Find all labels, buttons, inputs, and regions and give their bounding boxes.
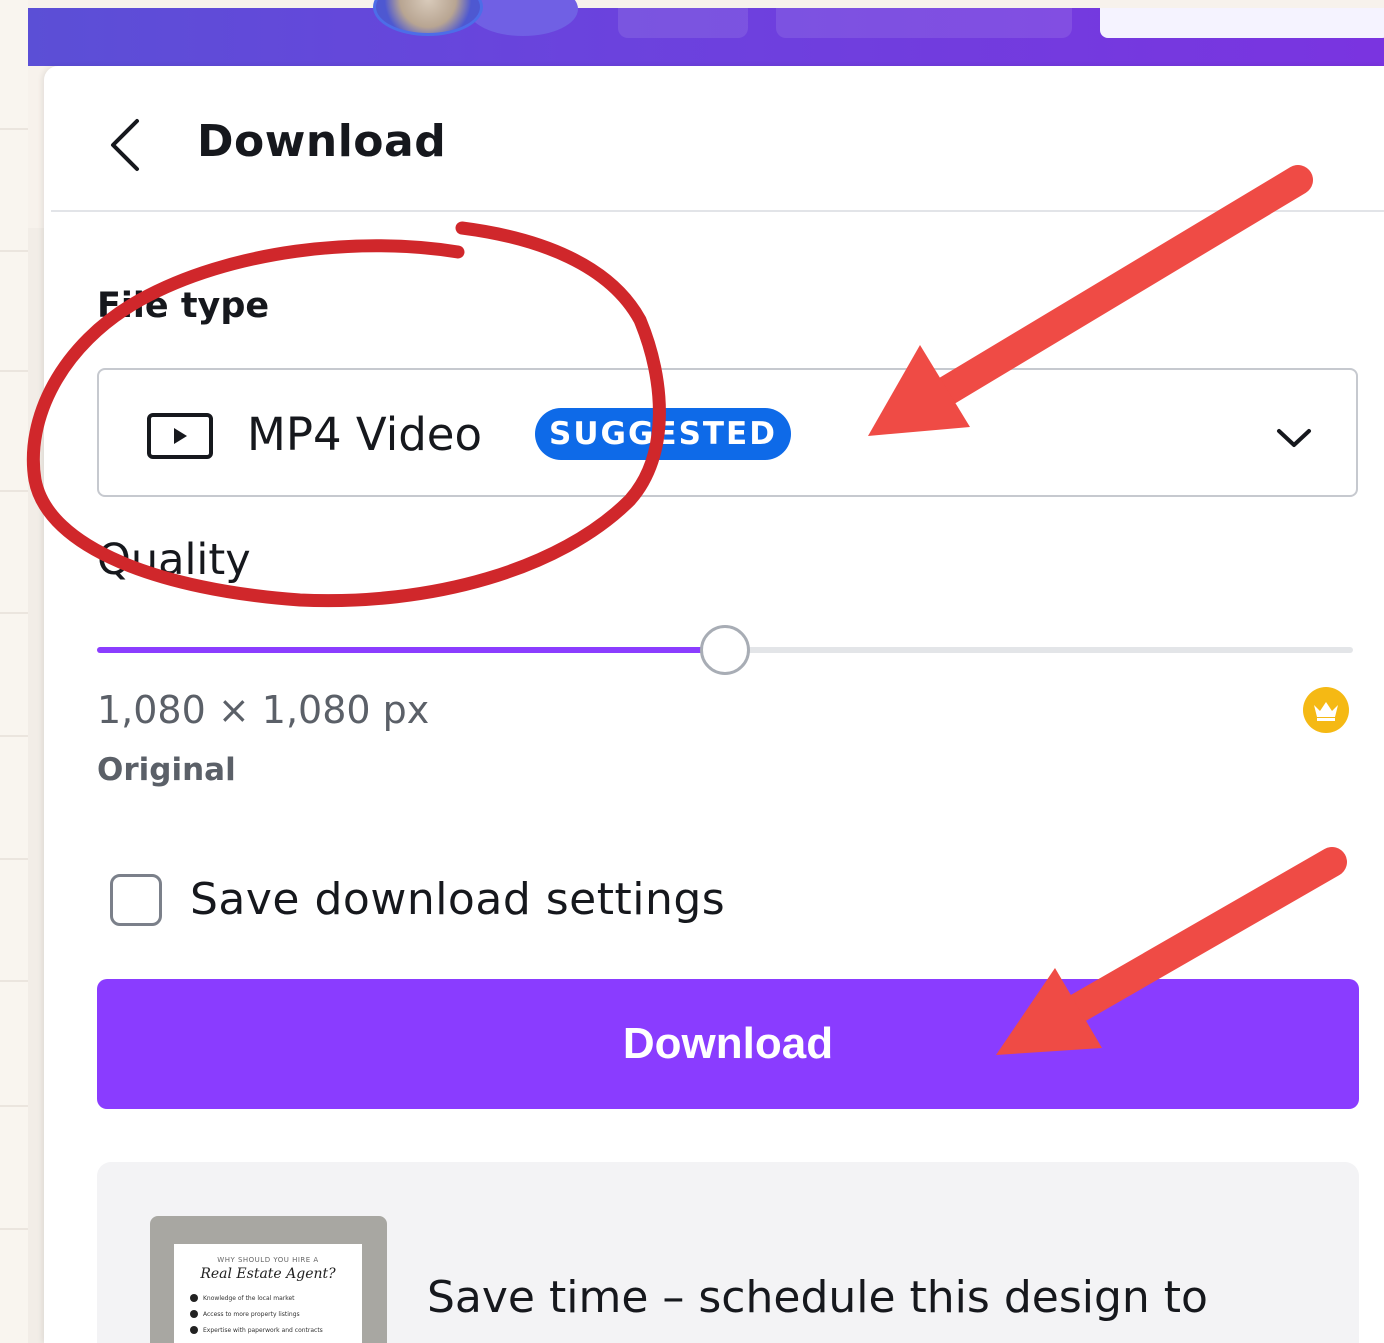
check-circle-icon bbox=[190, 1310, 198, 1318]
file-type-select[interactable]: MP4 Video SUGGESTED bbox=[97, 368, 1358, 497]
editor-canvas-edge bbox=[28, 228, 44, 1343]
thumbnail-card: WHY SHOULD YOU HIRE A Real Estate Agent?… bbox=[174, 1244, 362, 1343]
download-button[interactable]: Download bbox=[97, 979, 1359, 1109]
panel-title: Download bbox=[197, 116, 447, 167]
file-type-label: File type bbox=[97, 286, 270, 326]
promo-text: Save time – schedule this design to bbox=[427, 1272, 1208, 1323]
schedule-promo-card[interactable]: WHY SHOULD YOU HIRE A Real Estate Agent?… bbox=[97, 1162, 1359, 1343]
suggested-badge: SUGGESTED bbox=[535, 408, 791, 460]
thumbnail-item-text: Access to more property listings bbox=[203, 1310, 300, 1318]
share-button[interactable] bbox=[1100, 8, 1384, 38]
user-avatar[interactable] bbox=[373, 0, 483, 36]
size-name: Original bbox=[97, 752, 236, 788]
editor-side-strip bbox=[0, 0, 28, 1343]
crown-icon bbox=[1303, 687, 1349, 733]
chevron-down-icon bbox=[1277, 429, 1311, 447]
thumbnail-list-item: Access to more property listings bbox=[190, 1310, 300, 1318]
quality-slider-thumb[interactable] bbox=[700, 625, 750, 675]
save-settings-label[interactable]: Save download settings bbox=[190, 874, 725, 925]
video-play-icon bbox=[147, 413, 213, 459]
thumbnail-title: Real Estate Agent? bbox=[200, 1266, 336, 1282]
thumbnail-kicker: WHY SHOULD YOU HIRE A bbox=[217, 1256, 319, 1264]
save-settings-checkbox[interactable] bbox=[110, 874, 162, 926]
back-button[interactable] bbox=[100, 114, 148, 176]
header-divider bbox=[51, 210, 1384, 212]
thumbnail-list-item: Expertise with paperwork and contracts bbox=[190, 1326, 323, 1334]
toolbar-button[interactable] bbox=[776, 8, 1072, 38]
file-type-value: MP4 Video bbox=[247, 408, 482, 461]
design-thumbnail: WHY SHOULD YOU HIRE A Real Estate Agent?… bbox=[150, 1216, 387, 1343]
check-circle-icon bbox=[190, 1294, 198, 1302]
thumbnail-item-text: Knowledge of the local market bbox=[203, 1294, 295, 1302]
collaborator-avatar[interactable] bbox=[468, 0, 578, 36]
quality-slider-fill bbox=[97, 647, 725, 653]
chevron-left-icon bbox=[111, 119, 139, 171]
dimensions-text: 1,080 × 1,080 px bbox=[97, 688, 430, 732]
quality-label: Quality bbox=[97, 535, 251, 585]
thumbnail-item-text: Expertise with paperwork and contracts bbox=[203, 1326, 323, 1334]
thumbnail-list-item: Knowledge of the local market bbox=[190, 1294, 295, 1302]
check-circle-icon bbox=[190, 1326, 198, 1334]
editor-top-bar bbox=[28, 0, 1384, 66]
toolbar-button[interactable] bbox=[618, 8, 748, 38]
